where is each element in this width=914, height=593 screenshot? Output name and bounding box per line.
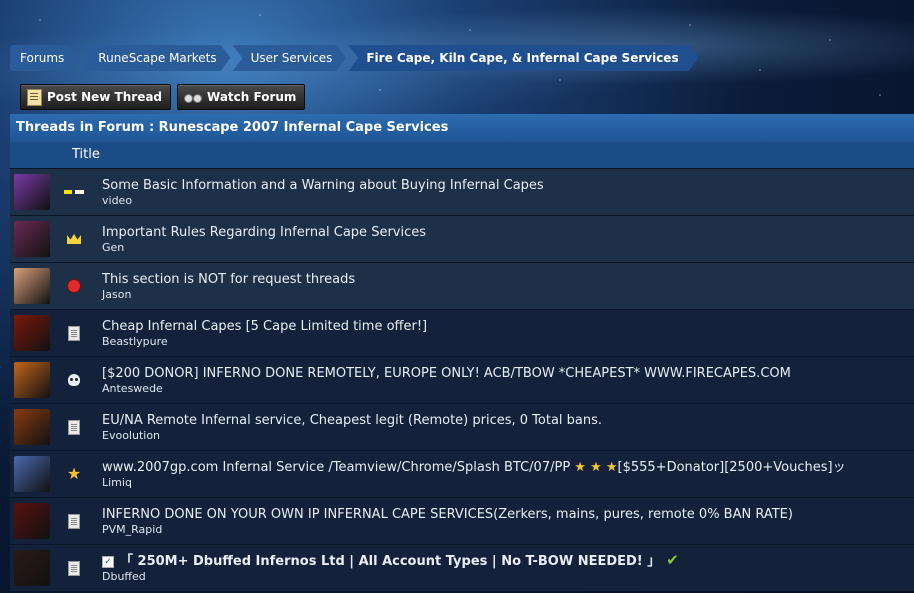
thread-status-icon-wrap	[64, 511, 84, 531]
thread-title-text: Cheap Infernal Capes [5 Cape Limited tim…	[102, 318, 428, 334]
post-new-thread-button[interactable]: Post New Thread	[20, 84, 172, 110]
thread-row[interactable]: ★ www.2007gp.com Infernal Service /Teamvi…	[10, 450, 914, 497]
post-new-thread-label: Post New Thread	[47, 90, 163, 104]
thread-author[interactable]: Dbuffed	[102, 570, 679, 584]
thread-title[interactable]: Some Basic Information and a Warning abo…	[102, 177, 544, 194]
thread-title[interactable]: www.2007gp.com Infernal Service /Teamvie…	[102, 459, 846, 476]
thread-info: Important Rules Regarding Infernal Cape …	[102, 224, 426, 255]
title-suffix: [$555+Donator][2500+Vouches]ッ	[617, 459, 846, 475]
thread-author[interactable]: Limiq	[102, 476, 846, 490]
thread-title[interactable]: This section is NOT for request threads	[102, 271, 355, 288]
thread-row[interactable]: Cheap Infernal Capes [5 Cape Limited tim…	[10, 309, 914, 356]
thread-status-icon-wrap	[64, 229, 84, 249]
thread-author[interactable]: Anteswede	[102, 382, 791, 396]
video-icon	[64, 190, 84, 194]
avatar[interactable]	[14, 315, 50, 351]
watch-forum-label: Watch Forum	[207, 90, 297, 104]
thread-status-icon-wrap	[64, 370, 84, 390]
thread-title-text: This section is NOT for request threads	[102, 271, 356, 287]
thread-info: www.2007gp.com Infernal Service /Teamvie…	[102, 459, 846, 490]
thread-status-icon-wrap	[64, 276, 84, 296]
thread-title-text: INFERNO DONE ON YOUR OWN IP INFERNAL CAP…	[102, 506, 793, 522]
thread-list-panel: Threads in Forum : Runescape 2007 Infern…	[10, 114, 914, 593]
checkmark-icon: ✔	[666, 551, 679, 569]
ribbon-icon	[67, 279, 81, 293]
checkbox-icon: ✓	[102, 556, 114, 568]
thread-title-text: 「 250M+ Dbuffed Infernos Ltd | All Accou…	[120, 554, 661, 569]
thread-title[interactable]: Important Rules Regarding Infernal Cape …	[102, 224, 426, 241]
avatar[interactable]	[14, 409, 50, 445]
thread-info: [$200 DONOR] INFERNO DONE REMOTELY, EURO…	[102, 365, 791, 396]
star-icon: ★	[66, 464, 82, 483]
thread-row[interactable]: [$200 DONOR] INFERNO DONE REMOTELY, EURO…	[10, 356, 914, 403]
thread-author[interactable]: PVM_Rapid	[102, 523, 793, 537]
binoculars-icon	[184, 92, 203, 103]
thread-info: This section is NOT for request threads J…	[102, 271, 355, 302]
avatar[interactable]	[14, 221, 50, 257]
thread-title-text: www.2007gp.com Infernal Service /Teamvie…	[102, 459, 571, 475]
thread-author[interactable]: Beastlypure	[102, 335, 427, 349]
thread-title[interactable]: [$200 DONOR] INFERNO DONE REMOTELY, EURO…	[102, 365, 791, 382]
thread-status-icon-wrap	[64, 182, 84, 202]
thread-author[interactable]: video	[102, 194, 544, 208]
avatar[interactable]	[14, 503, 50, 539]
thread-info: Some Basic Information and a Warning abo…	[102, 177, 544, 208]
avatar[interactable]	[14, 550, 50, 586]
breadcrumb: Forums RuneScape Markets User Services F…	[10, 45, 701, 71]
avatar[interactable]	[14, 362, 50, 398]
thread-title[interactable]: INFERNO DONE ON YOUR OWN IP INFERNAL CAP…	[102, 506, 793, 523]
thread-status-icon-wrap	[64, 323, 84, 343]
forum-actions: Post New Thread Watch Forum	[20, 84, 306, 110]
title-column-header[interactable]: Title	[10, 142, 914, 168]
title-stars: ★ ★ ★	[574, 459, 618, 475]
avatar[interactable]	[14, 268, 50, 304]
thread-title-text: EU/NA Remote Infernal service, Cheapest …	[102, 412, 603, 428]
thread-title[interactable]: Cheap Infernal Capes [5 Cape Limited tim…	[102, 318, 427, 335]
thread-row[interactable]: Some Basic Information and a Warning abo…	[10, 168, 914, 215]
thread-rows: Some Basic Information and a Warning abo…	[10, 168, 914, 591]
thread-row[interactable]: EU/NA Remote Infernal service, Cheapest …	[10, 403, 914, 450]
thread-title[interactable]: EU/NA Remote Infernal service, Cheapest …	[102, 412, 602, 429]
avatar[interactable]	[14, 174, 50, 210]
thread-title-text: Important Rules Regarding Infernal Cape …	[102, 224, 427, 240]
post-icon	[27, 88, 42, 106]
breadcrumb-user-services[interactable]: User Services	[233, 45, 347, 71]
thread-info: EU/NA Remote Infernal service, Cheapest …	[102, 412, 602, 443]
breadcrumb-current-forum: Fire Cape, Kiln Cape, & Infernal Cape Se…	[348, 45, 698, 71]
thread-row[interactable]: Important Rules Regarding Infernal Cape …	[10, 215, 914, 262]
skull-icon	[68, 374, 80, 386]
thread-info: Cheap Infernal Capes [5 Cape Limited tim…	[102, 318, 427, 349]
thread-row[interactable]: ✓ 「 250M+ Dbuffed Infernos Ltd | All Acco…	[10, 544, 914, 591]
breadcrumb-forums[interactable]: Forums	[10, 45, 78, 71]
thread-info: ✓ 「 250M+ Dbuffed Infernos Ltd | All Acco…	[102, 552, 679, 584]
crown-icon	[67, 234, 81, 244]
thread-status-icon-wrap	[64, 417, 84, 437]
document-icon	[68, 325, 80, 341]
breadcrumb-runescape-markets[interactable]: RuneScape Markets	[80, 45, 230, 71]
thread-title-text: [$200 DONOR] INFERNO DONE REMOTELY, EURO…	[102, 365, 791, 381]
forum-header: Threads in Forum : Runescape 2007 Infern…	[10, 114, 914, 142]
thread-author[interactable]: Evoolution	[102, 429, 602, 443]
thread-title-text: Some Basic Information and a Warning abo…	[102, 177, 544, 193]
thread-author[interactable]: Gen	[102, 241, 426, 255]
document-icon	[68, 419, 80, 435]
thread-author[interactable]: Jason	[102, 288, 355, 302]
thread-row[interactable]: This section is NOT for request threads J…	[10, 262, 914, 309]
document-icon	[68, 513, 80, 529]
watch-forum-button[interactable]: Watch Forum	[177, 84, 306, 110]
thread-row[interactable]: INFERNO DONE ON YOUR OWN IP INFERNAL CAP…	[10, 497, 914, 544]
thread-status-icon-wrap	[64, 558, 84, 578]
thread-info: INFERNO DONE ON YOUR OWN IP INFERNAL CAP…	[102, 506, 793, 537]
thread-status-icon-wrap: ★	[64, 464, 84, 484]
document-icon	[68, 560, 80, 576]
thread-title[interactable]: ✓ 「 250M+ Dbuffed Infernos Ltd | All Acco…	[102, 552, 679, 570]
avatar[interactable]	[14, 456, 50, 492]
